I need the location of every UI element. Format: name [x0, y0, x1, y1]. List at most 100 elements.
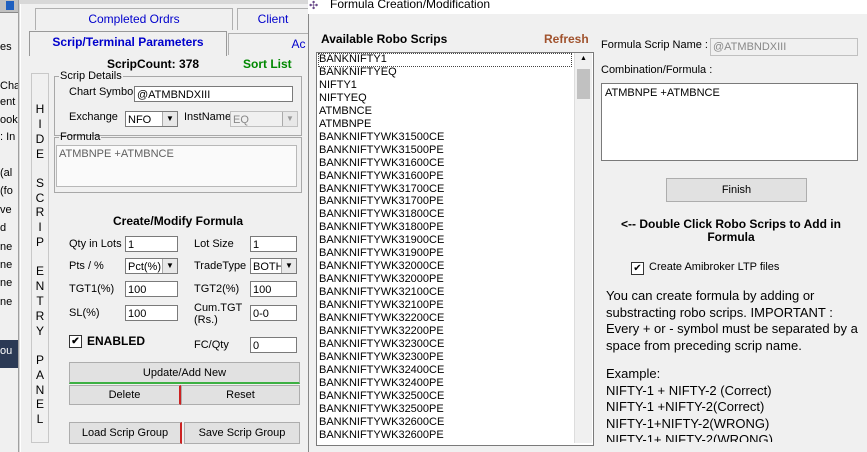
robo-scrip-item[interactable]: BANKNIFTYWK31600PE: [319, 170, 444, 183]
robo-scrip-item[interactable]: BANKNIFTYWK31900PE: [319, 248, 444, 260]
sl-input[interactable]: 100: [125, 305, 178, 321]
enabled-checkbox[interactable]: ✔: [69, 335, 82, 348]
robo-scrip-item[interactable]: BANKNIFTYWK32300PE: [319, 351, 444, 364]
letter: N: [35, 382, 45, 397]
robo-scrip-item[interactable]: BANKNIFTYEQ: [319, 66, 397, 79]
robo-scrip-item[interactable]: NIFTYEQ: [319, 92, 367, 105]
robo-scrip-item[interactable]: BANKNIFTYWK32000CE: [319, 261, 444, 273]
formula-info-text: You can create formula by adding or subs…: [606, 288, 858, 353]
robo-scrip-item[interactable]: NIFTY1: [319, 79, 357, 92]
tab-completed-orders[interactable]: Completed Ordrs: [35, 8, 233, 30]
robo-scrip-item[interactable]: BANKNIFTYWK32400PE: [319, 377, 444, 390]
partial-text: ent: [0, 96, 16, 108]
partial-toolbar: [0, 0, 18, 13]
letter: H: [35, 102, 45, 116]
partial-text: es: [0, 41, 12, 53]
create-ltp-checkbox[interactable]: ✔: [631, 262, 644, 275]
tab-client[interactable]: Client: [237, 8, 309, 30]
robo-scrip-item[interactable]: BANKNIFTYWK32200PE: [319, 325, 444, 338]
letter: R: [35, 205, 45, 220]
cum-tgt-input[interactable]: 0-0: [250, 305, 297, 321]
exchange-label: Exchange: [69, 111, 118, 123]
tab-ac[interactable]: Ac: [228, 33, 309, 55]
fc-qty-input[interactable]: 0: [250, 337, 297, 353]
robo-scrip-item[interactable]: BANKNIFTY1: [318, 53, 572, 67]
partial-text: ook: [0, 114, 18, 126]
hide-panel-vertical-label: H I D E S C R I P E N T R Y P A N E L: [33, 102, 47, 427]
list-scrollbar[interactable]: ▲: [574, 53, 592, 443]
pts-select[interactable]: Pct(%) ▼: [125, 258, 178, 274]
save-scrip-group-button[interactable]: Save Scrip Group: [184, 422, 300, 444]
letter-gap: [33, 250, 47, 264]
dialog-title-bar[interactable]: ✣ Formula Creation/Modification: [308, 0, 867, 14]
tgt1-input[interactable]: 100: [125, 281, 178, 297]
letter: Y: [35, 323, 44, 338]
robo-scrip-item[interactable]: BANKNIFTYWK32500PE: [319, 403, 444, 416]
create-ltp-label: Create Amibroker LTP files: [649, 261, 780, 273]
available-robo-scrips-label: Available Robo Scrips: [321, 32, 448, 46]
combination-formula-textarea[interactable]: ATMBNPE +ATMBNCE: [601, 83, 858, 161]
sort-list-link[interactable]: Sort List: [243, 57, 292, 71]
robo-scrip-item[interactable]: ATMBNPE: [319, 118, 371, 131]
letter-gap: [33, 339, 47, 353]
chevron-down-icon[interactable]: ▼: [162, 259, 177, 273]
letter: I: [38, 220, 42, 235]
robo-scrip-item[interactable]: BANKNIFTYWK31800PE: [319, 222, 444, 234]
formula-textarea[interactable]: ATMBNPE +ATMBNCE: [56, 145, 297, 187]
chart-symbol-label: Chart Symbol: [69, 86, 136, 98]
robo-scrip-item[interactable]: BANKNIFTYWK32500CE: [319, 390, 444, 403]
scroll-up-icon[interactable]: ▲: [577, 55, 590, 65]
finish-button[interactable]: Finish: [666, 178, 807, 202]
robo-scrips-list[interactable]: BANKNIFTY1 BANKNIFTYEQ NIFTY1 NIFTYEQ ATMBNC…: [316, 52, 594, 446]
chevron-down-icon[interactable]: ▼: [281, 259, 296, 273]
refresh-link[interactable]: Refresh: [544, 32, 589, 46]
robo-scrip-item[interactable]: BANKNIFTYWK31800CE: [319, 209, 444, 221]
letter-gap: [33, 162, 47, 176]
tgt2-input[interactable]: 100: [250, 281, 297, 297]
reset-button[interactable]: Reset: [181, 385, 300, 405]
formula-scrip-name-input[interactable]: @ATMBNDXIII: [710, 38, 858, 56]
robo-scrip-item[interactable]: BANKNIFTYWK31500CE: [319, 131, 444, 144]
robo-scrip-item[interactable]: BANKNIFTYWK32400CE: [319, 364, 444, 377]
robo-scrip-item[interactable]: BANKNIFTYWK32600CE: [319, 416, 444, 429]
robo-scrip-item[interactable]: BANKNIFTYWK32100PE: [319, 299, 444, 312]
robo-scrip-item[interactable]: BANKNIFTYWK32000PE: [319, 274, 444, 286]
load-scrip-group-button[interactable]: Load Scrip Group: [69, 422, 182, 444]
example-line: NIFTY-1+ NIFTY-2(WRONG): [606, 432, 773, 442]
robo-scrip-item[interactable]: BANKNIFTYWK31900CE: [319, 235, 444, 247]
update-add-new-button[interactable]: Update/Add New: [69, 362, 300, 384]
trade-type-select[interactable]: BOTH ▼: [250, 258, 297, 274]
robo-scrip-item[interactable]: BANKNIFTYWK31700CE: [319, 183, 444, 196]
lot-size-input[interactable]: 1: [250, 236, 297, 252]
scrip-count: ScripCount: 378: [107, 57, 199, 71]
robo-scrip-item[interactable]: BANKNIFTYWK32600PE: [319, 429, 444, 442]
partial-button-icon[interactable]: [6, 1, 14, 10]
robo-scrip-item[interactable]: BANKNIFTYWK31600CE: [319, 157, 444, 170]
robo-scrip-item[interactable]: BANKNIFTYWK32300CE: [319, 338, 444, 351]
partial-text: (fo: [0, 185, 13, 197]
instname-select[interactable]: EQ ▼: [230, 111, 298, 127]
chevron-down-icon[interactable]: ▼: [162, 112, 177, 126]
scroll-thumb[interactable]: [577, 69, 590, 99]
robo-scrip-item[interactable]: BANKNIFTYWK31500PE: [319, 144, 444, 157]
fc-qty-label: FC/Qty: [194, 339, 229, 351]
qty-in-lots-input[interactable]: 1: [125, 236, 178, 252]
letter: R: [35, 308, 45, 323]
robo-scrip-item[interactable]: ATMBNCE: [319, 105, 372, 118]
partial-text: ou: [0, 345, 13, 357]
dark-selection-bar[interactable]: ou: [0, 340, 18, 368]
combination-formula-label: Combination/Formula :: [601, 64, 713, 76]
letter: E: [35, 397, 44, 412]
create-modify-formula-label[interactable]: Create/Modify Formula: [113, 214, 243, 228]
chevron-down-icon[interactable]: ▼: [282, 112, 297, 126]
chart-symbol-input[interactable]: @ATMBNDXIII: [134, 86, 293, 102]
partial-text: ne: [0, 296, 13, 308]
robo-scrip-item[interactable]: BANKNIFTYWK32100CE: [319, 286, 444, 299]
robo-scrip-item[interactable]: BANKNIFTYWK31700PE: [319, 196, 444, 208]
qty-in-lots-label: Qty in Lots: [69, 238, 122, 250]
exchange-select[interactable]: NFO ▼: [125, 111, 178, 127]
lot-size-label: Lot Size: [194, 238, 234, 250]
tab-scrip-terminal-parameters[interactable]: Scrip/Terminal Parameters: [29, 31, 227, 56]
robo-scrip-item[interactable]: BANKNIFTYWK32200CE: [319, 312, 444, 325]
delete-button[interactable]: Delete: [69, 385, 181, 405]
